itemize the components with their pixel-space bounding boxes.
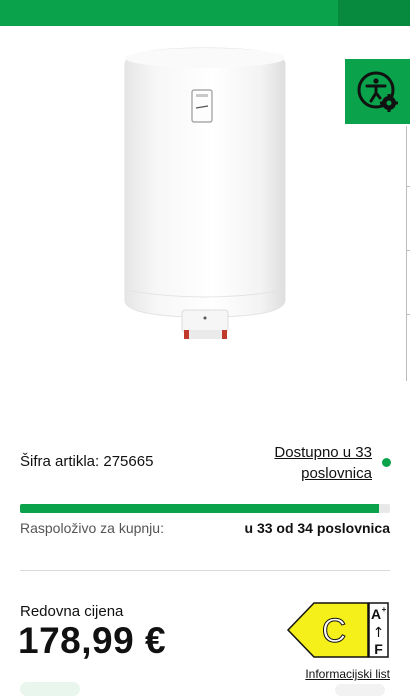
accessibility-button[interactable] — [345, 59, 410, 124]
top-bar-right-tab[interactable] — [338, 0, 410, 26]
price-label: Redovna cijena — [20, 603, 124, 620]
info-sheet-link[interactable]: Informacijski list — [305, 667, 390, 681]
energy-class: C — [322, 612, 347, 650]
accessibility-settings-icon — [357, 71, 398, 112]
availability-link-line1: Dostupno u 33 — [274, 444, 372, 461]
stock-value: u 33 od 34 poslovnica — [244, 520, 391, 536]
product-image[interactable] — [108, 42, 302, 342]
energy-scale-top-sup: + — [382, 605, 387, 614]
energy-scale-bottom: F — [374, 641, 383, 657]
availability-link[interactable]: Dostupno u 33 poslovnica — [240, 442, 372, 484]
energy-scale-arrow: ↑ — [373, 625, 385, 641]
energy-label-badge[interactable]: C A + ↑ F — [286, 601, 390, 659]
availability-status-dot — [382, 458, 391, 467]
bottom-button-right[interactable] — [335, 684, 385, 696]
energy-scale-top: A — [371, 606, 381, 622]
top-bar — [0, 0, 410, 26]
availability-link-line2: poslovnica — [301, 465, 372, 482]
price-value: 178,99 € — [18, 620, 167, 661]
sku-text: Šifra artikla: 275665 — [20, 453, 154, 470]
stock-progress-bar — [20, 504, 390, 513]
bottom-button-left[interactable] — [20, 682, 80, 696]
stock-label: Raspoloživo za kupnju: — [20, 520, 164, 536]
divider — [20, 570, 390, 571]
stock-progress-fill — [20, 504, 379, 513]
thumbnail-strip[interactable] — [406, 126, 410, 381]
